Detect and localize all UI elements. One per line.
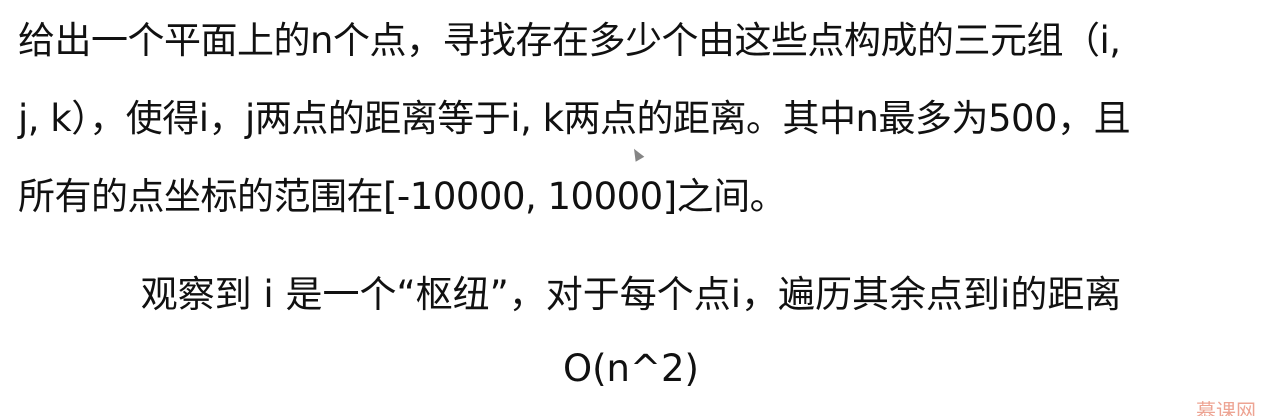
problem-line-1: 给出一个平面上的n个点，寻找存在多少个由这些点构成的三元组（i, [18,19,1121,62]
slide: 给出一个平面上的n个点，寻找存在多少个由这些点构成的三元组（i, j, k），使… [0,0,1262,416]
observation-block: 观察到 i 是一个“枢纽”，对于每个点i，遍历其余点到i的距离 O(n^2) [0,258,1262,406]
problem-statement: 给出一个平面上的n个点，寻找存在多少个由这些点构成的三元组（i, j, k），使… [18,2,1238,236]
complexity-label: O(n^2) [563,347,699,390]
observation-insight: 观察到 i 是一个“枢纽”，对于每个点i，遍历其余点到i的距离 [140,273,1122,316]
problem-line-2: j, k），使得i，j两点的距离等于i, k两点的距离。其中n最多为500，且 [18,97,1131,140]
problem-line-3: 所有的点坐标的范围在[-10000, 10000]之间。 [18,175,787,218]
watermark-logo: 慕课网 [1196,399,1256,416]
